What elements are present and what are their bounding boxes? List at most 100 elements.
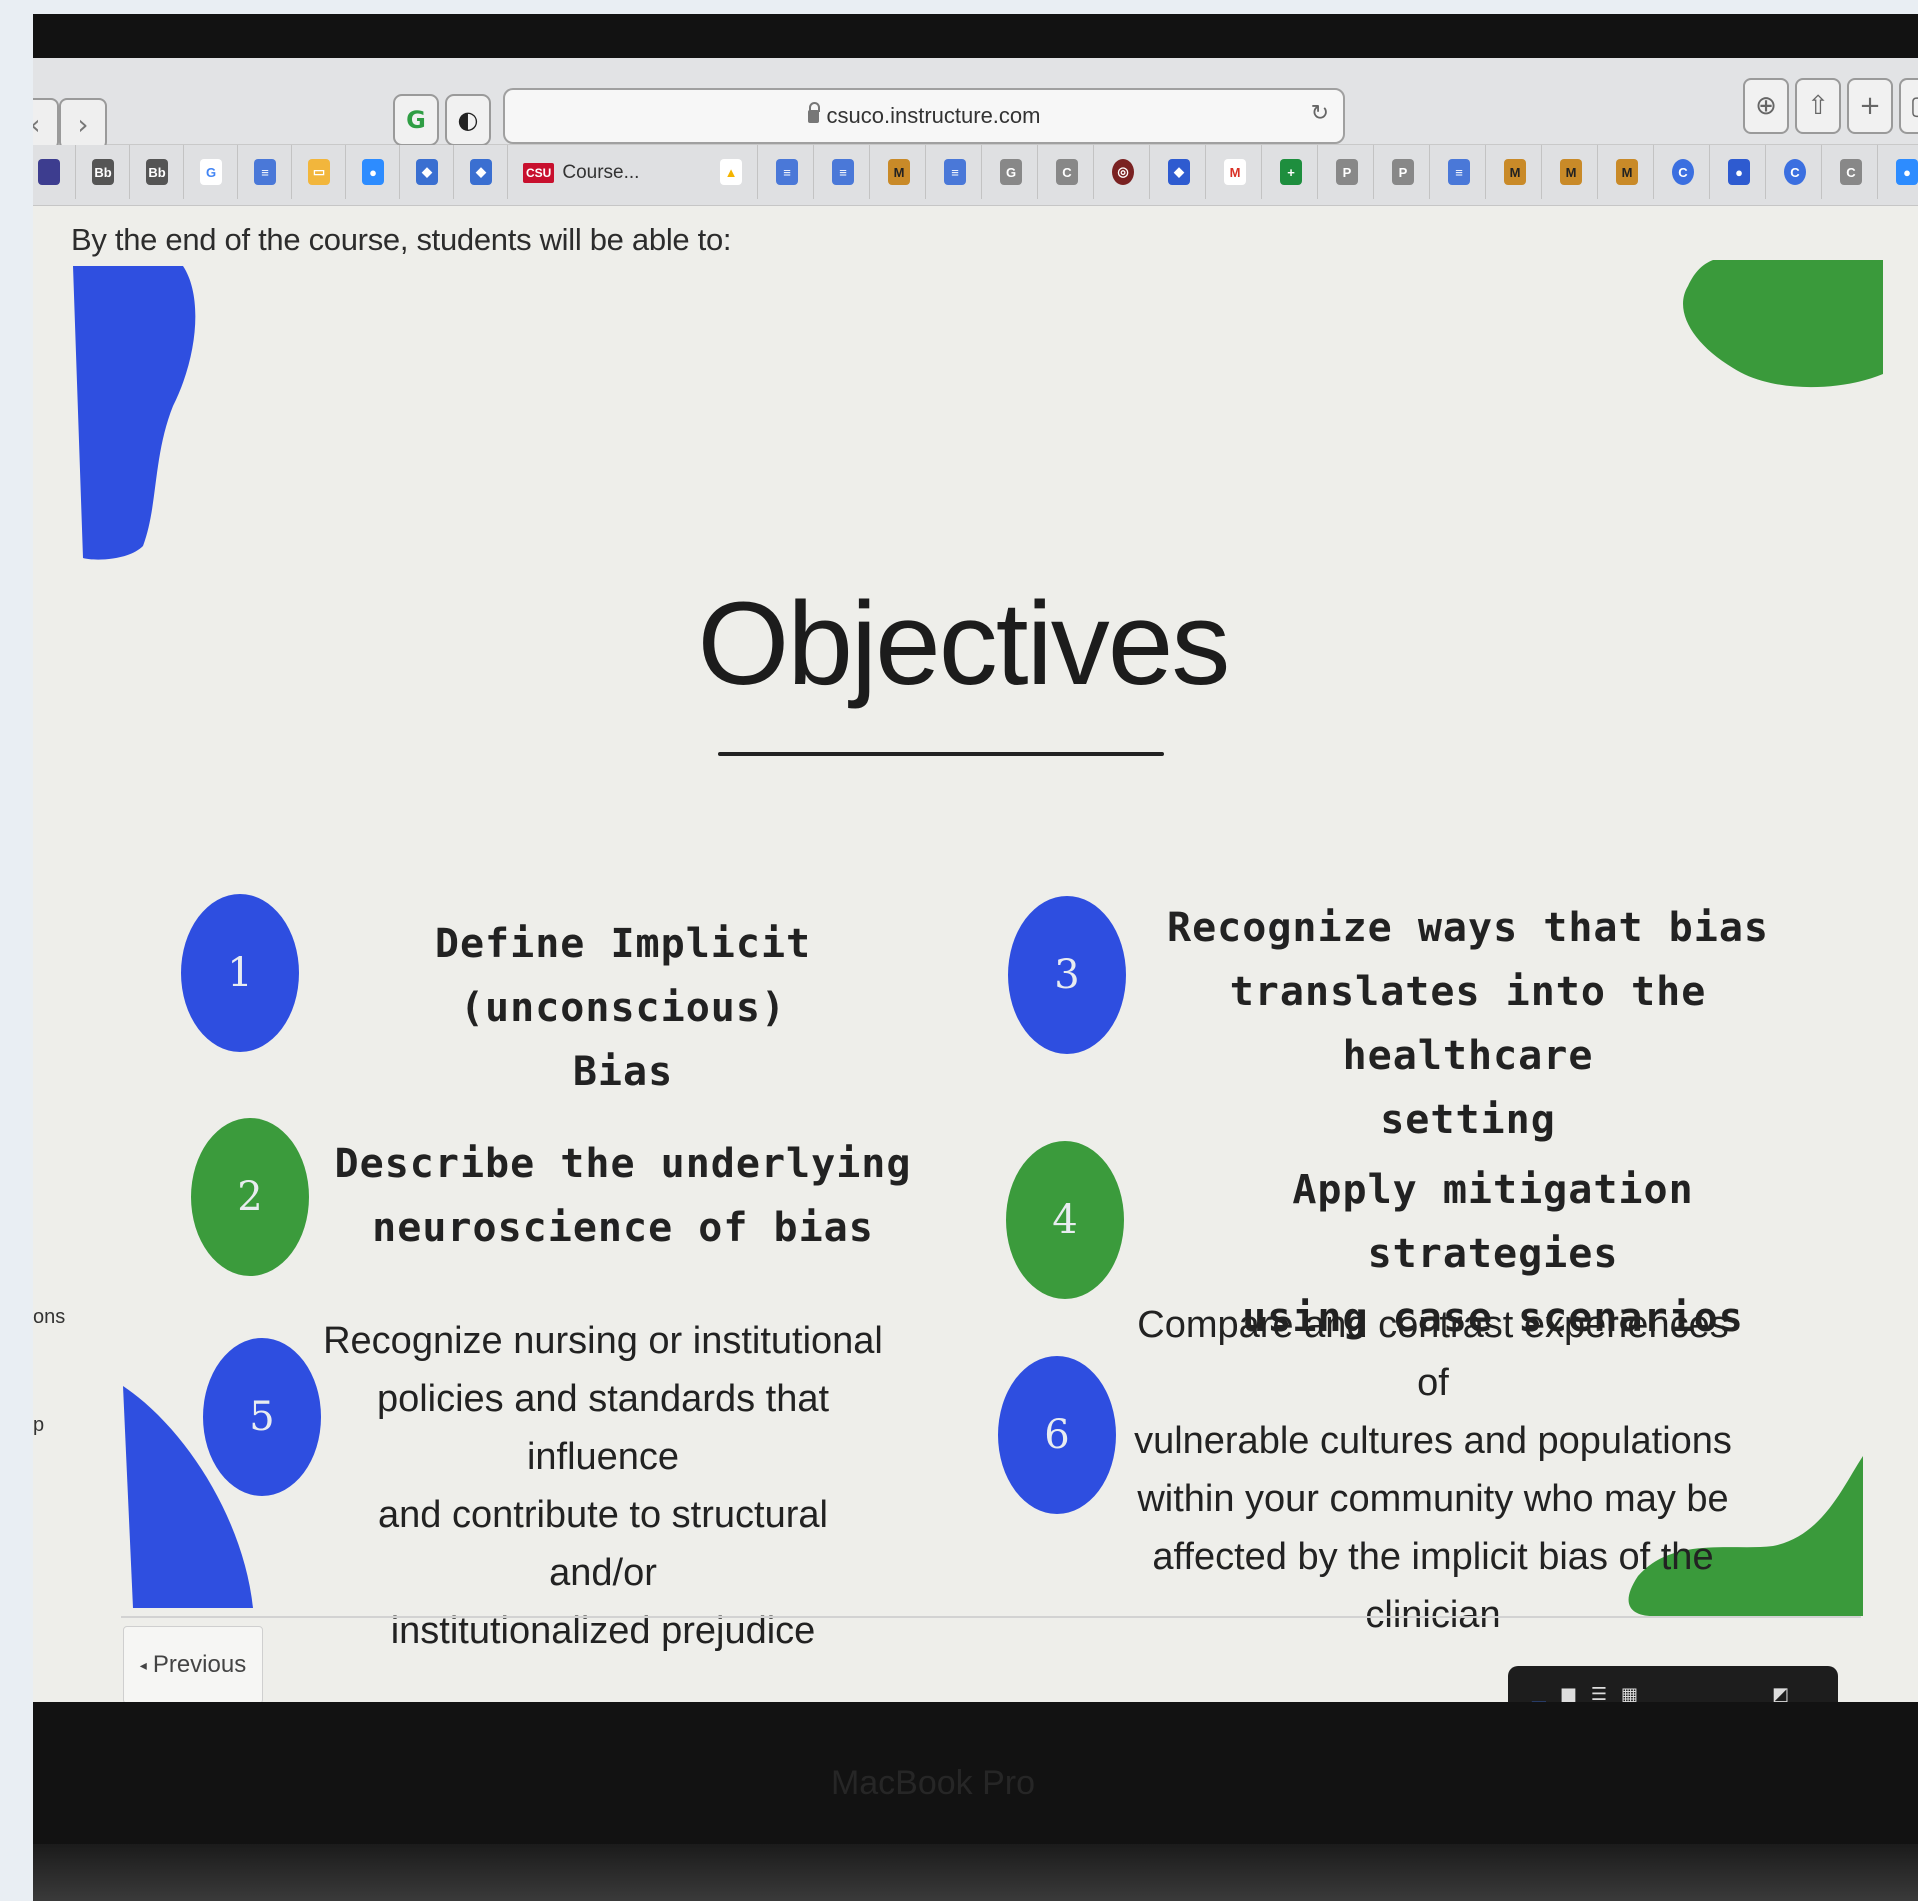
bookmark-item[interactable]: M (1209, 145, 1262, 199)
bookmark-item[interactable]: M (1545, 145, 1598, 199)
c-circle-icon: C (1672, 159, 1694, 185)
laptop-frame: ‹ › G ◐ csuco.instructure.com ↻ ⊕ ⇧ + ▢ … (33, 14, 1918, 1901)
csu-logo-icon: CSU (523, 163, 555, 183)
bookmark-item[interactable]: ▲ (705, 145, 758, 199)
share-icon: ⇧ (1807, 91, 1829, 121)
previous-button[interactable]: ◂ Previous (123, 1626, 263, 1702)
shield-icon: ◐ (457, 106, 479, 134)
bookmark-item[interactable]: ▭ (293, 145, 346, 199)
intro-text: By the end of the course, students will … (71, 222, 732, 257)
objective-line: vulnerable cultures and populations (1134, 1420, 1732, 1462)
objective-line: Compare and contrast experiences of (1137, 1304, 1729, 1404)
docs-icon: ≡ (1448, 159, 1470, 185)
objective-number-badge: 6 (998, 1356, 1116, 1514)
bookmark-item[interactable]: G (985, 145, 1038, 199)
printer-icon: ● (1728, 159, 1750, 185)
bookmark-item[interactable]: C (1657, 145, 1710, 199)
view-controls-bar: ▁ ■ ☰ ▦ ◩ (1508, 1666, 1838, 1702)
objective-line: Bias (572, 1049, 674, 1095)
bookmark-item[interactable]: ◎ (1097, 145, 1150, 199)
laptop-base (33, 1844, 1918, 1901)
gmail-icon: M (1224, 159, 1246, 185)
grammarly-extension-button[interactable]: G (393, 94, 439, 146)
decorative-blue-blob (73, 266, 196, 560)
objective-number-badge: 5 (203, 1338, 321, 1496)
view-line-icon[interactable]: ▁ (1532, 1684, 1546, 1703)
previous-label: Previous (152, 1651, 247, 1678)
bookmark-item[interactable]: G (185, 145, 238, 199)
view-grid-icon[interactable]: ▦ (1621, 1684, 1638, 1703)
video-icon: ● (1896, 159, 1918, 185)
objective-number-badge: 2 (191, 1118, 309, 1276)
objective-line: Describe the underlying (334, 1141, 912, 1187)
device-label: MacBook Pro (830, 1764, 1036, 1802)
docs-icon: ≡ (832, 159, 854, 185)
view-list-icon[interactable]: ☰ (1591, 1684, 1607, 1703)
bookmark-item[interactable]: ● (347, 145, 400, 199)
bookmarks-bar: Bb Bb G ≡ ▭ ● ◆ ◆ CSU Course... ▲ ≡ ≡ M … (33, 145, 1918, 206)
expand-icon[interactable]: ◩ (1772, 1684, 1789, 1703)
downloads-button[interactable]: ⊕ (1743, 78, 1789, 134)
bookmark-m-icon: M (1616, 159, 1638, 185)
bookmark-item[interactable]: ≡ (817, 145, 870, 199)
objective-line: clinician (1365, 1594, 1501, 1636)
decorative-green-blob (1683, 260, 1883, 388)
objective-number-badge: 3 (1008, 896, 1126, 1054)
bookmark-item[interactable]: ≡ (761, 145, 814, 199)
address-bar[interactable]: csuco.instructure.com ↻ (503, 88, 1345, 144)
objective-text: Recognize ways that bias translates into… (1148, 896, 1788, 1152)
bookmark-item[interactable]: ● (1713, 145, 1766, 199)
graduation-cap-icon: ◆ (1168, 159, 1190, 185)
new-tab-button[interactable]: + (1847, 78, 1893, 134)
back-button[interactable]: ‹ (33, 98, 59, 150)
objective-text: Compare and contrast experiences of vuln… (1123, 1296, 1743, 1644)
bookmark-item[interactable]: + (1265, 145, 1318, 199)
bookmark-item[interactable]: ● (1881, 145, 1918, 199)
bookmark-course[interactable]: CSU Course... (493, 145, 653, 201)
browser-window: ‹ › G ◐ csuco.instructure.com ↻ ⊕ ⇧ + ▢ … (33, 58, 1918, 1702)
bookmark-m-icon: M (888, 159, 910, 185)
course-page: By the end of the course, students will … (33, 206, 1918, 1702)
privacy-extension-button[interactable]: ◐ (445, 94, 491, 146)
bookmark-item[interactable]: M (1601, 145, 1654, 199)
slides-icon: ▭ (308, 159, 330, 185)
share-button[interactable]: ⇧ (1795, 78, 1841, 134)
bookmark-item[interactable]: C (1825, 145, 1878, 199)
google-icon: G (200, 159, 222, 185)
bookmark-item[interactable]: ◆ (401, 145, 454, 199)
bookmark-item[interactable]: ≡ (929, 145, 982, 199)
objective-line: Recognize ways that bias (1167, 905, 1769, 951)
chevron-left-icon: ‹ (33, 108, 41, 141)
blackboard-icon: Bb (146, 159, 168, 185)
objective-line: policies and standards that influence (376, 1378, 830, 1478)
drive-icon: ▲ (720, 159, 742, 185)
reload-icon[interactable]: ↻ (1311, 100, 1329, 126)
objective-line: and contribute to structural and/or (378, 1494, 828, 1594)
bookmark-item[interactable]: ≡ (239, 145, 292, 199)
bookmark-item[interactable]: ◆ (1153, 145, 1206, 199)
c-icon: C (1840, 159, 1862, 185)
bookmark-item[interactable]: C (1041, 145, 1094, 199)
bookmark-item[interactable]: M (1489, 145, 1542, 199)
objective-text: Define Implicit (unconscious) Bias (313, 912, 933, 1104)
objective-number-badge: 1 (181, 894, 299, 1052)
url-text: csuco.instructure.com (826, 103, 1041, 128)
bookmark-item[interactable] (33, 145, 76, 199)
bookmark-item[interactable]: P (1321, 145, 1374, 199)
bookmark-item[interactable]: Bb (131, 145, 184, 199)
bookmark-item[interactable]: M (873, 145, 926, 199)
view-single-icon[interactable]: ■ (1560, 1684, 1577, 1703)
tab-overview-button[interactable]: ▢ (1899, 78, 1918, 134)
bookmark-item[interactable]: Bb (77, 145, 130, 199)
c-icon: C (1056, 159, 1078, 185)
bookmark-item[interactable]: P (1377, 145, 1430, 199)
objective-text: Recognize nursing or institutional polic… (323, 1312, 883, 1660)
bookmark-m-icon: M (1504, 159, 1526, 185)
objective-line: Define Implicit (unconscious) (434, 921, 812, 1031)
bookmark-item[interactable]: ≡ (1433, 145, 1486, 199)
forward-button[interactable]: › (59, 98, 107, 150)
page-title: Objectives (697, 578, 1231, 710)
bookmark-item[interactable]: C (1769, 145, 1822, 199)
plus-cross-icon: + (1280, 159, 1302, 185)
bookmark-course-label: Course... (562, 162, 640, 183)
